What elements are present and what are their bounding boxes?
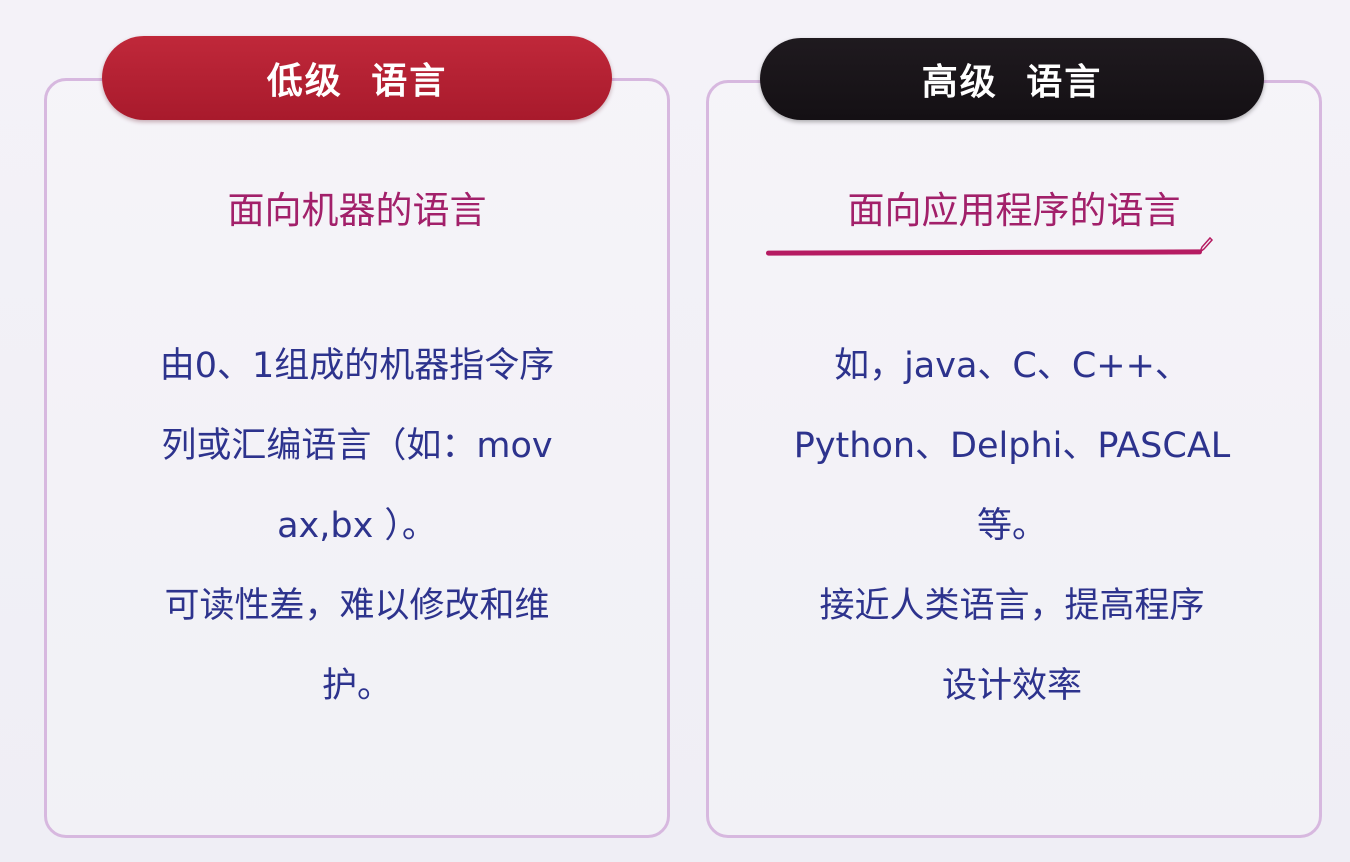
low-level-line: 可读性差，难以修改和维 xyxy=(164,586,550,626)
high-level-line: 等。 xyxy=(976,506,1047,546)
high-level-header: 高级 语言 xyxy=(760,38,1264,120)
low-level-description: 由0、1组成的机器指令序 列或汇编语言（如：mov ax,bx ）。 可读性差，… xyxy=(96,326,618,726)
high-level-line: 设计效率 xyxy=(941,666,1082,706)
low-level-line: 护。 xyxy=(321,666,392,706)
low-level-line: 由0、1组成的机器指令序 xyxy=(159,346,555,386)
low-level-header: 低级 语言 xyxy=(102,36,612,120)
low-level-subtitle: 面向机器的语言 xyxy=(227,189,487,232)
high-level-line: 如，java、C、C++、 xyxy=(834,346,1190,386)
low-level-line: 列或汇编语言（如：mov xyxy=(161,426,553,466)
high-level-line: 接近人类语言，提高程序 xyxy=(819,586,1205,626)
high-level-description: 如，java、C、C++、 Python、Delphi、PASCAL 等。 接近… xyxy=(752,326,1272,726)
pen-icon xyxy=(1198,236,1214,254)
high-level-line: Python、Delphi、PASCAL xyxy=(793,426,1231,466)
low-level-line: ax,bx ）。 xyxy=(277,506,437,546)
high-level-subtitle: 面向应用程序的语言 xyxy=(847,189,1181,232)
